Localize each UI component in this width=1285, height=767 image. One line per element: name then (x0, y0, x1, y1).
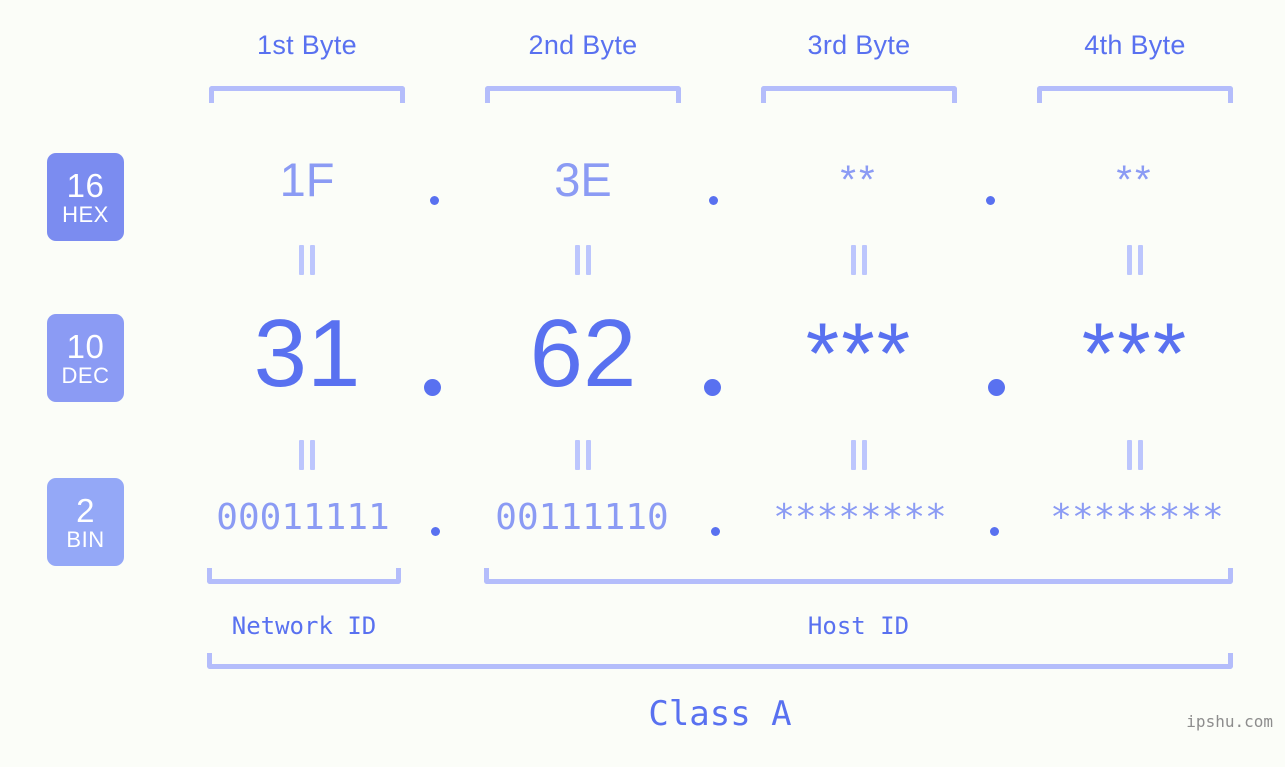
base-badge-bin-number: 2 (76, 491, 95, 529)
equals-mark-dec-bin-3 (848, 440, 870, 470)
class-bracket (207, 653, 1233, 669)
hex-value-byte-3: ** (840, 158, 878, 202)
bin-separator-dot-1 (431, 527, 440, 536)
hex-separator-dot-2 (709, 196, 718, 205)
bin-value-byte-4: ******** (1050, 497, 1224, 538)
base-badge-bin: 2 BIN (47, 478, 124, 566)
base-badge-hex-name: HEX (62, 201, 109, 227)
byte-header-4: 4th Byte (1084, 30, 1186, 60)
equals-mark-hex-dec-4 (1124, 245, 1146, 275)
byte-header-3: 3rd Byte (807, 30, 911, 60)
bin-value-byte-2: 00111110 (495, 497, 669, 538)
equals-mark-dec-bin-2 (572, 440, 594, 470)
ip-address-breakdown-diagram: 1st Byte 2nd Byte 3rd Byte 4th Byte 16 H… (0, 0, 1285, 767)
byte-bracket-top-1 (209, 86, 405, 103)
hex-value-byte-1: 1F (279, 153, 335, 206)
network-id-bracket (207, 568, 401, 584)
equals-mark-hex-dec-3 (848, 245, 870, 275)
base-badge-dec: 10 DEC (47, 314, 124, 402)
dec-value-byte-2: 62 (529, 300, 637, 407)
site-watermark: ipshu.com (1186, 712, 1273, 731)
equals-mark-dec-bin-1 (296, 440, 318, 470)
dec-value-byte-3: *** (805, 306, 913, 402)
base-badge-dec-name: DEC (61, 362, 110, 388)
byte-bracket-top-2 (485, 86, 681, 103)
bin-separator-dot-2 (711, 527, 720, 536)
equals-mark-dec-bin-4 (1124, 440, 1146, 470)
bin-value-byte-1: 00011111 (216, 497, 390, 538)
host-id-bracket (484, 568, 1233, 584)
base-badge-bin-name: BIN (66, 526, 105, 552)
bin-separator-dot-3 (990, 527, 999, 536)
base-badge-hex: 16 HEX (47, 153, 124, 241)
equals-mark-hex-dec-2 (572, 245, 594, 275)
dec-separator-dot-3 (988, 379, 1005, 396)
hex-separator-dot-1 (430, 196, 439, 205)
byte-bracket-top-4 (1037, 86, 1233, 103)
network-id-label: Network ID (231, 612, 377, 640)
hex-value-byte-4: ** (1116, 158, 1154, 202)
base-badge-hex-number: 16 (66, 166, 105, 204)
host-id-label: Host ID (807, 612, 910, 640)
dec-separator-dot-1 (424, 379, 441, 396)
dec-value-byte-4: *** (1081, 306, 1189, 402)
hex-separator-dot-3 (986, 196, 995, 205)
dec-value-byte-1: 31 (253, 300, 361, 407)
byte-header-1: 1st Byte (257, 30, 357, 60)
byte-header-2: 2nd Byte (528, 30, 638, 60)
class-label: Class A (648, 694, 792, 734)
equals-mark-hex-dec-1 (296, 245, 318, 275)
base-badge-dec-number: 10 (66, 327, 105, 365)
byte-bracket-top-3 (761, 86, 957, 103)
dec-separator-dot-2 (704, 379, 721, 396)
hex-value-byte-2: 3E (554, 153, 612, 206)
bin-value-byte-3: ******** (773, 497, 947, 538)
